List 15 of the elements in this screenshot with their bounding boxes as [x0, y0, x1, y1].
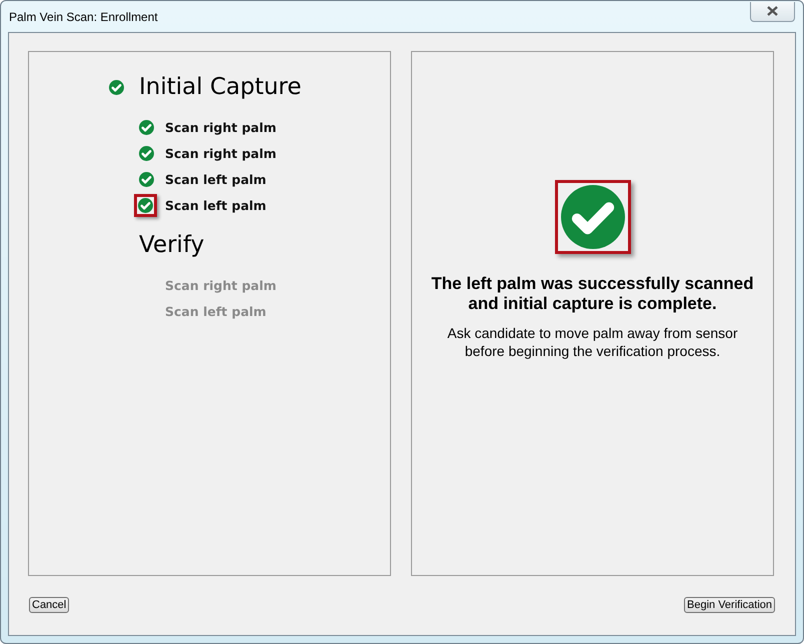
instruction-text: Ask candidate to move palm away from sensor before beginning the verification process. [446, 324, 739, 360]
begin-verification-button[interactable]: Begin Verification [684, 597, 775, 613]
step-label: Scan left palm [165, 198, 266, 212]
close-button[interactable] [750, 2, 795, 22]
step-label: Scan left palm [165, 304, 266, 318]
result-heading: The left palm was successfully scanned and initial capture is complete. [430, 274, 755, 314]
window-title: Palm Vein Scan: Enrollment [9, 10, 158, 24]
step-heading: Initial Capture [139, 74, 302, 100]
step-heading: Verify [139, 232, 204, 258]
step-label: Scan right palm [165, 278, 276, 292]
step-label: Scan right palm [165, 120, 276, 134]
step-label: Scan left palm [165, 172, 266, 186]
close-icon [767, 6, 778, 16]
cancel-button[interactable]: Cancel [29, 597, 70, 613]
step-label: Scan right palm [165, 146, 276, 160]
